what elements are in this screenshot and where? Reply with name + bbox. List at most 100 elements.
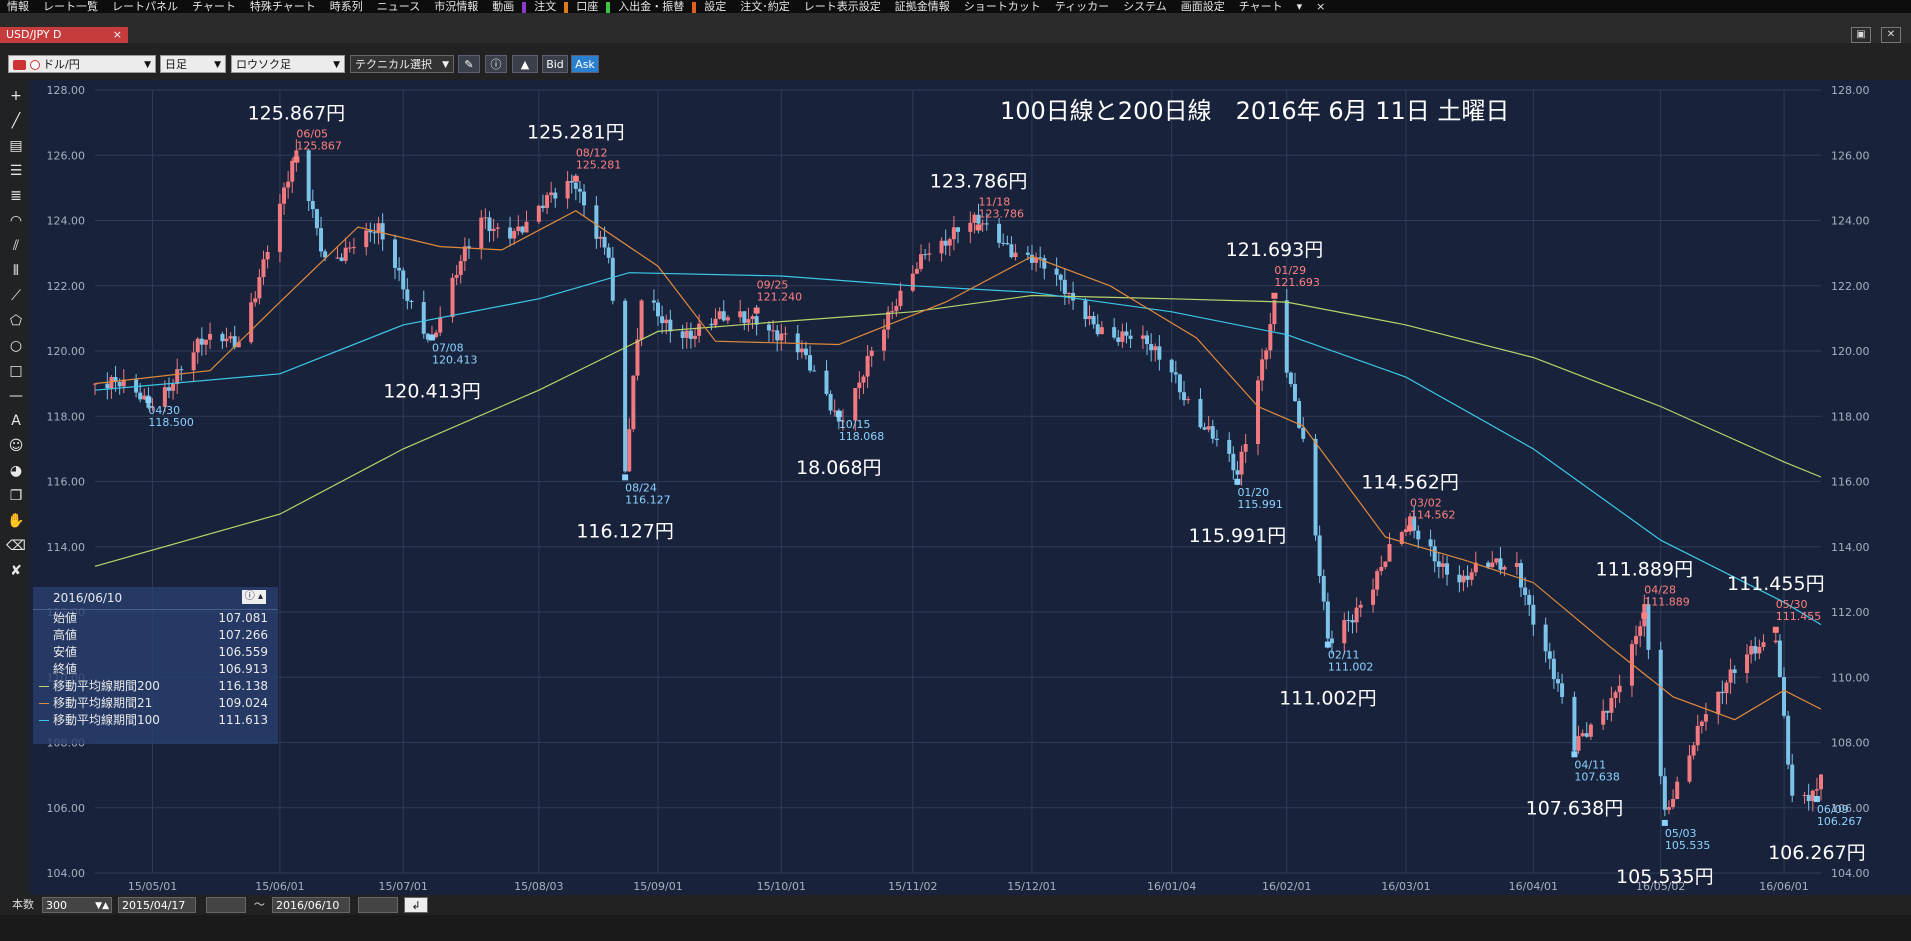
y-tick-label-right: 108.00 — [1831, 737, 1870, 750]
pen-icon[interactable]: ✎ — [458, 55, 480, 73]
info-label: 安値 — [53, 645, 78, 659]
y-tick-label-right: 104.00 — [1831, 867, 1870, 880]
channel-icon[interactable]: ⫽ — [6, 236, 26, 256]
to-date-field[interactable]: 2016/06/10 — [272, 897, 350, 913]
timeframe-select[interactable]: 日足 ▼ — [160, 55, 226, 73]
menu-rate-panel[interactable]: レートパネル — [105, 0, 185, 13]
candle-body — [1038, 257, 1043, 259]
candle-body — [208, 333, 213, 340]
menu-account[interactable]: 口座 — [569, 0, 605, 13]
vertical-lines-icon[interactable]: ⦀ — [6, 261, 26, 281]
to-date-value: 2016/06/10 — [276, 899, 340, 912]
menu-system[interactable]: システム — [1116, 0, 1174, 13]
candle-body — [1058, 274, 1063, 280]
menu-rate-list[interactable]: レート一覧 — [36, 0, 105, 13]
tab-close-icon[interactable]: × — [113, 27, 122, 43]
parallel-lines-icon[interactable]: ☰ — [6, 161, 26, 181]
x-tick-label: 16/02/01 — [1262, 880, 1311, 893]
copy-icon[interactable]: ❐ — [6, 486, 26, 506]
candle-body — [1099, 327, 1104, 335]
menu-special-chart[interactable]: 特殊チャート — [243, 0, 323, 13]
candle-body — [1490, 562, 1495, 568]
menu-screen-settings[interactable]: 画面設定 — [1174, 0, 1232, 13]
menu-order-exec[interactable]: 注文･約定 — [733, 0, 797, 13]
candle-body — [1802, 794, 1807, 796]
candle-body — [623, 300, 628, 472]
candle-body — [290, 160, 295, 182]
ruler-icon[interactable]: ▤ — [6, 136, 26, 156]
refresh-icon[interactable]: ↲ — [404, 897, 428, 913]
menu-market-info[interactable]: 市況情報 — [427, 0, 485, 13]
candle-body — [639, 300, 644, 340]
info-icon[interactable]: ⓘ — [485, 55, 507, 73]
menu-time-series[interactable]: 時系列 — [323, 0, 370, 13]
menu-rate-display[interactable]: レート表示設定 — [797, 0, 888, 13]
chart-mode-icon[interactable]: ▲ — [512, 55, 538, 73]
symbol-select[interactable]: ドル/円 ▼ — [8, 55, 156, 73]
marker-point — [835, 411, 842, 418]
crosshair-icon[interactable]: + — [6, 86, 26, 106]
menu-ticker[interactable]: ティッカー — [1048, 0, 1116, 13]
pentagon-icon[interactable]: ⬠ — [6, 311, 26, 331]
menu-chart-2[interactable]: チャート — [1232, 0, 1290, 13]
candle-body — [1703, 714, 1708, 722]
menu-dropdown-icon[interactable]: ▾ — [1290, 0, 1310, 13]
candle-body — [980, 223, 985, 225]
circle-icon[interactable]: ○ — [6, 336, 26, 356]
to-time-field[interactable] — [358, 897, 398, 913]
info-row-high: 高値 107.266 — [33, 627, 278, 644]
candle-body — [171, 384, 176, 391]
menu-order[interactable]: 注文 — [527, 0, 563, 13]
stepper-icon[interactable]: ▼▲ — [95, 898, 109, 914]
chart-type-label: ロウソク足 — [236, 58, 291, 71]
from-time-field[interactable] — [206, 897, 246, 913]
price-annotation: 115.991円 — [1189, 525, 1287, 547]
y-tick-label-right: 126.00 — [1831, 149, 1870, 162]
candle-body — [1112, 327, 1117, 338]
bid-button[interactable]: Bid — [542, 55, 568, 73]
candle-body — [1210, 426, 1215, 439]
window-tab[interactable]: USD/JPY D × — [0, 27, 128, 43]
palette-icon[interactable]: ◕ — [6, 461, 26, 481]
bar-count-field[interactable]: 300 ▼▲ — [42, 897, 112, 913]
menu-deposit[interactable]: 入出金・振替 — [611, 0, 691, 13]
menu-info[interactable]: 情報 — [0, 0, 36, 13]
candle-body — [1555, 679, 1560, 684]
menu-close-icon[interactable]: × — [1309, 0, 1332, 13]
from-date-field[interactable]: 2015/04/17 — [118, 897, 196, 913]
clear-all-icon[interactable]: ✘ — [6, 561, 26, 581]
ask-button[interactable]: Ask — [571, 55, 599, 73]
x-tick-label: 15/06/01 — [255, 880, 304, 893]
info-toggle-icon[interactable]: ⓘ ▴ — [241, 590, 266, 604]
maximize-icon[interactable]: ▣ — [1851, 27, 1871, 43]
y-tick-label-left: 106.00 — [47, 802, 86, 815]
menu-margin-info[interactable]: 証拠金情報 — [888, 0, 957, 13]
text-icon[interactable]: A — [6, 411, 26, 431]
hand-icon[interactable]: ✋ — [6, 511, 26, 531]
fan-icon[interactable]: ⟋ — [6, 286, 26, 306]
eraser-icon[interactable]: ⌫ — [6, 536, 26, 556]
candle-body — [1301, 427, 1306, 439]
marker-point — [1813, 796, 1820, 803]
menu-shortcut[interactable]: ショートカット — [957, 0, 1048, 13]
candle-body — [450, 277, 455, 318]
menu-separator — [564, 1, 569, 13]
rectangle-icon[interactable]: □ — [6, 361, 26, 381]
marker-price: 118.500 — [148, 416, 194, 429]
fibonacci-icon[interactable]: ≣ — [6, 186, 26, 206]
chart-type-select[interactable]: ロウソク足 ▼ — [231, 55, 345, 73]
icon-stamp-icon[interactable]: ☺ — [6, 436, 26, 456]
menu-settings[interactable]: 設定 — [697, 0, 733, 13]
technical-select[interactable]: テクニカル選択 ▼ — [350, 55, 454, 73]
arc-icon[interactable]: ◠ — [6, 211, 26, 231]
candle-body — [319, 228, 324, 252]
candle-body — [306, 150, 311, 201]
menu-video[interactable]: 動画 — [485, 0, 521, 13]
menu-chart[interactable]: チャート — [185, 0, 243, 13]
close-window-icon[interactable]: ✕ — [1881, 27, 1901, 43]
price-chart[interactable]: 128.00 126.00 124.00 122.00 120.00 118.00 116.… — [30, 80, 1911, 895]
menu-news[interactable]: ニュース — [370, 0, 427, 13]
horizontal-line-icon[interactable]: — — [6, 386, 26, 406]
candle-body — [195, 338, 200, 353]
trendline-icon[interactable]: ╱ — [6, 111, 26, 131]
